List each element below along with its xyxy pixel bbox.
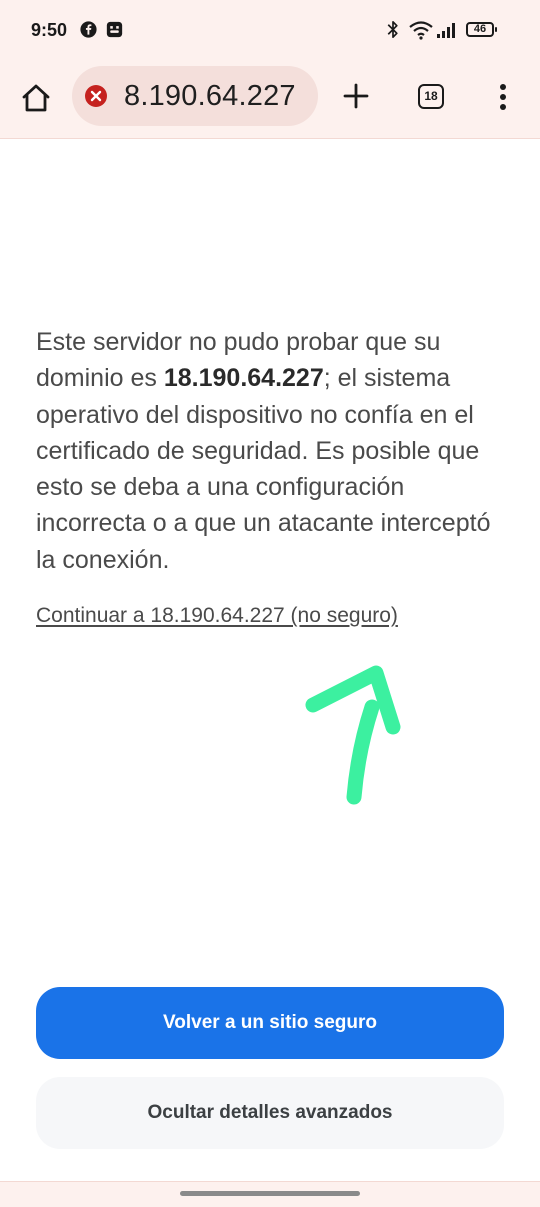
gesture-handle[interactable] (180, 1191, 360, 1196)
facebook-icon (80, 21, 97, 38)
signal-icon (437, 23, 455, 38)
more-options-icon[interactable] (491, 80, 515, 114)
app-icon (106, 21, 123, 38)
status-bar: 9:50 46 (0, 0, 540, 62)
status-time: 9:50 (31, 20, 68, 40)
navigation-bar (0, 1181, 540, 1207)
tab-switcher-button[interactable]: 18 (418, 84, 444, 109)
browser-toolbar: 8.190.64.227 18 (0, 62, 540, 138)
not-secure-icon[interactable] (85, 85, 107, 107)
hide-advanced-button[interactable]: Ocultar detalles avanzados (36, 1077, 504, 1149)
wifi-icon (409, 21, 433, 40)
warning-text-rest: ; el sistema operativo del dispositivo n… (36, 364, 491, 574)
warning-details-text: Este servidor no pudo probar que su domi… (36, 324, 516, 578)
warning-domain: 18.190.64.227 (163, 364, 324, 393)
plus-icon[interactable] (341, 81, 371, 111)
home-icon[interactable] (18, 80, 54, 116)
browser-top-area: 9:50 46 8.190.64.227 18 (0, 0, 540, 139)
url-text[interactable]: 8.190.64.227 (124, 80, 296, 113)
bluetooth-icon (387, 21, 398, 38)
proceed-unsafe-link[interactable]: Continuar a 18.190.64.227 (no seguro) (36, 604, 398, 628)
battery-indicator: 46 (466, 22, 497, 37)
annotation-arrow-icon (305, 665, 401, 805)
back-to-safety-button[interactable]: Volver a un sitio seguro (36, 987, 504, 1059)
address-bar[interactable]: 8.190.64.227 (72, 66, 318, 126)
